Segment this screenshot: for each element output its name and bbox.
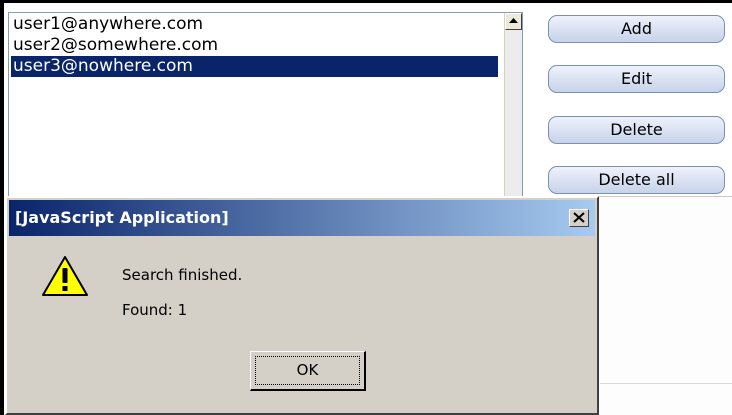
dialog-titlebar[interactable]: [JavaScript Application] [9, 200, 595, 236]
warning-icon [42, 256, 88, 296]
list-item[interactable]: user1@anywhere.com [11, 14, 498, 35]
message-text: Search finished. [122, 266, 243, 284]
edit-button[interactable]: Edit [548, 65, 725, 93]
delete-button[interactable]: Delete [548, 116, 725, 144]
dialog-title: [JavaScript Application] [15, 208, 229, 227]
list-item[interactable]: user2@somewhere.com [11, 35, 498, 56]
ok-button[interactable]: OK [250, 351, 366, 391]
email-listbox[interactable]: user1@anywhere.com user2@somewhere.com u… [8, 12, 523, 210]
found-count-text: Found: 1 [122, 301, 188, 319]
list-item-selected[interactable]: user3@nowhere.com [11, 56, 498, 77]
window-frame-top [0, 0, 732, 3]
delete-all-button[interactable]: Delete all [548, 166, 725, 194]
chevron-up-icon [509, 18, 518, 23]
window-frame-left [0, 0, 4, 415]
alert-dialog: [JavaScript Application] Search finished… [5, 196, 599, 415]
ok-label: OK [296, 361, 319, 379]
add-button[interactable]: Add [548, 15, 725, 43]
close-icon [573, 212, 585, 223]
scroll-up-button[interactable] [505, 13, 522, 30]
divider [600, 383, 732, 384]
vertical-scrollbar[interactable] [504, 13, 522, 209]
close-button[interactable] [569, 209, 589, 227]
